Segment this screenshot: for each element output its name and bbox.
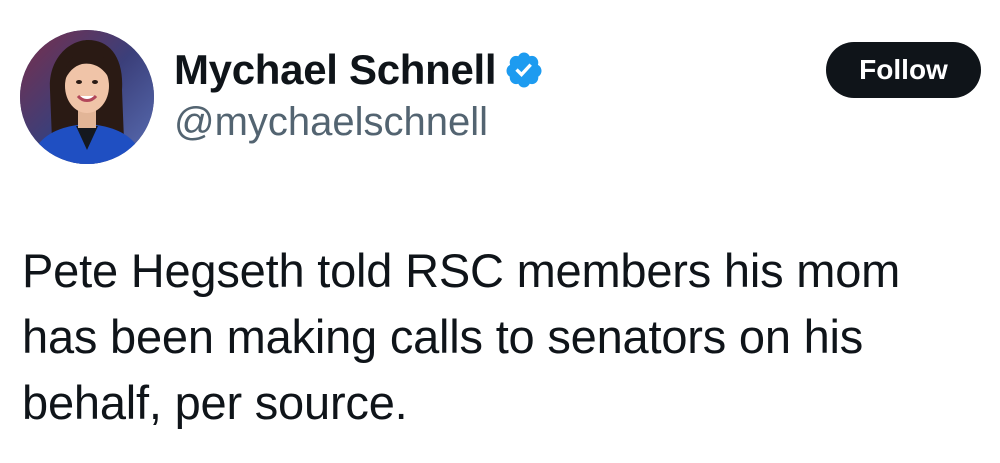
avatar-image xyxy=(20,30,154,164)
verified-badge-icon xyxy=(504,50,544,90)
author-display-name[interactable]: Mychael Schnell xyxy=(174,46,497,94)
follow-button[interactable]: Follow xyxy=(826,42,981,98)
author-handle[interactable]: @mychaelschnell xyxy=(174,100,488,145)
author-name-row: Mychael Schnell xyxy=(174,44,544,96)
tweet-text: Pete Hegseth told RSC members his mom ha… xyxy=(22,244,901,429)
tweet-card: Mychael Schnell @mychaelschnell Follow P… xyxy=(0,0,1000,463)
avatar[interactable] xyxy=(20,30,154,164)
